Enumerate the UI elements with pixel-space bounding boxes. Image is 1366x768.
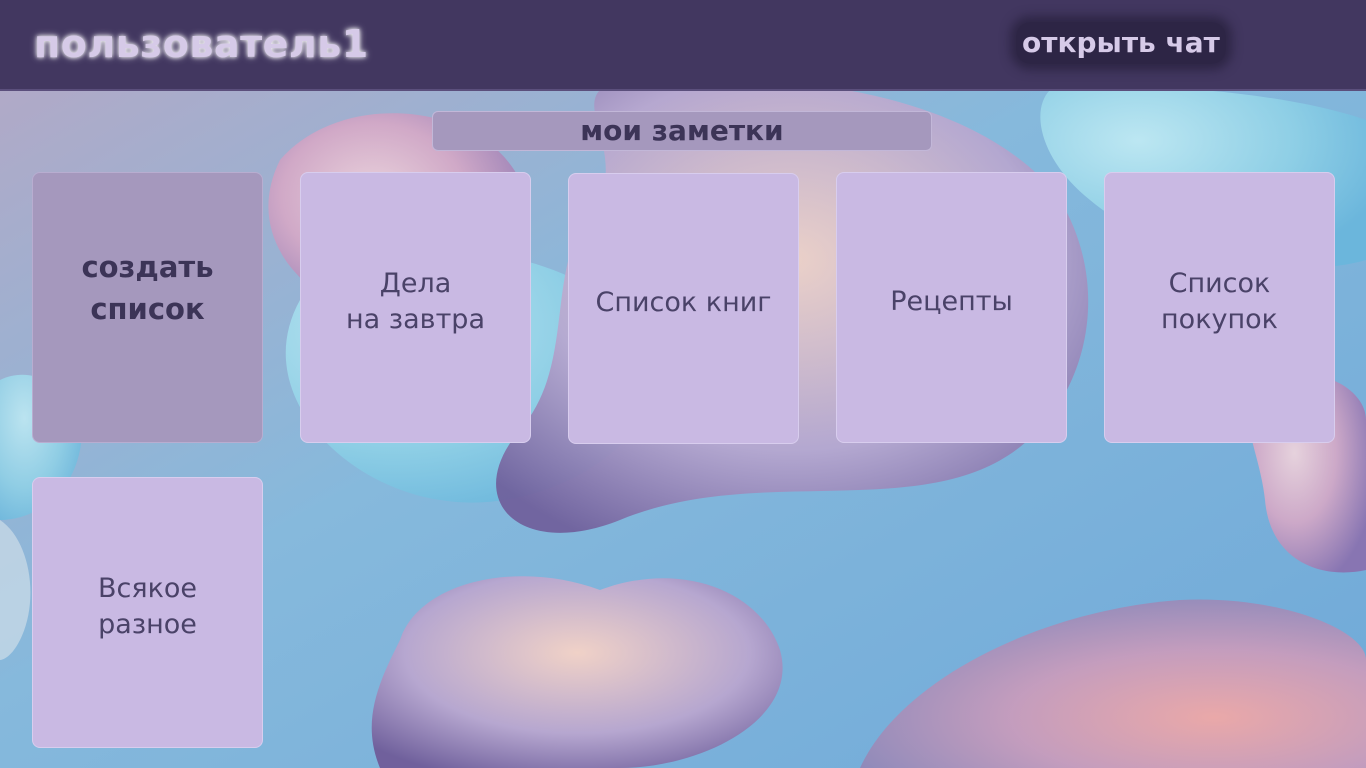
- list-card-shopping[interactable]: Список покупок: [1104, 172, 1335, 443]
- section-title: мои заметки: [432, 111, 932, 151]
- top-bar: пользователь1 открыть чат: [0, 0, 1366, 91]
- list-card-todo-tomorrow[interactable]: Дела на завтра: [300, 172, 531, 443]
- list-card-label: Список покупок: [1161, 267, 1278, 335]
- open-chat-button[interactable]: открыть чат: [1016, 22, 1226, 64]
- list-card-recipes[interactable]: Рецепты: [836, 172, 1067, 443]
- list-card-label: Список книг: [595, 286, 772, 318]
- list-card-books[interactable]: Список книг: [568, 173, 799, 444]
- user-name: пользователь1: [34, 22, 369, 66]
- create-list-label: создать список: [81, 249, 214, 326]
- list-card-label: Рецепты: [890, 285, 1013, 317]
- create-list-button[interactable]: создать список: [32, 172, 263, 443]
- list-card-label: Всякое разное: [97, 572, 198, 640]
- list-card-misc[interactable]: Всякое разное: [32, 477, 263, 748]
- list-card-label: Дела на завтра: [345, 267, 485, 335]
